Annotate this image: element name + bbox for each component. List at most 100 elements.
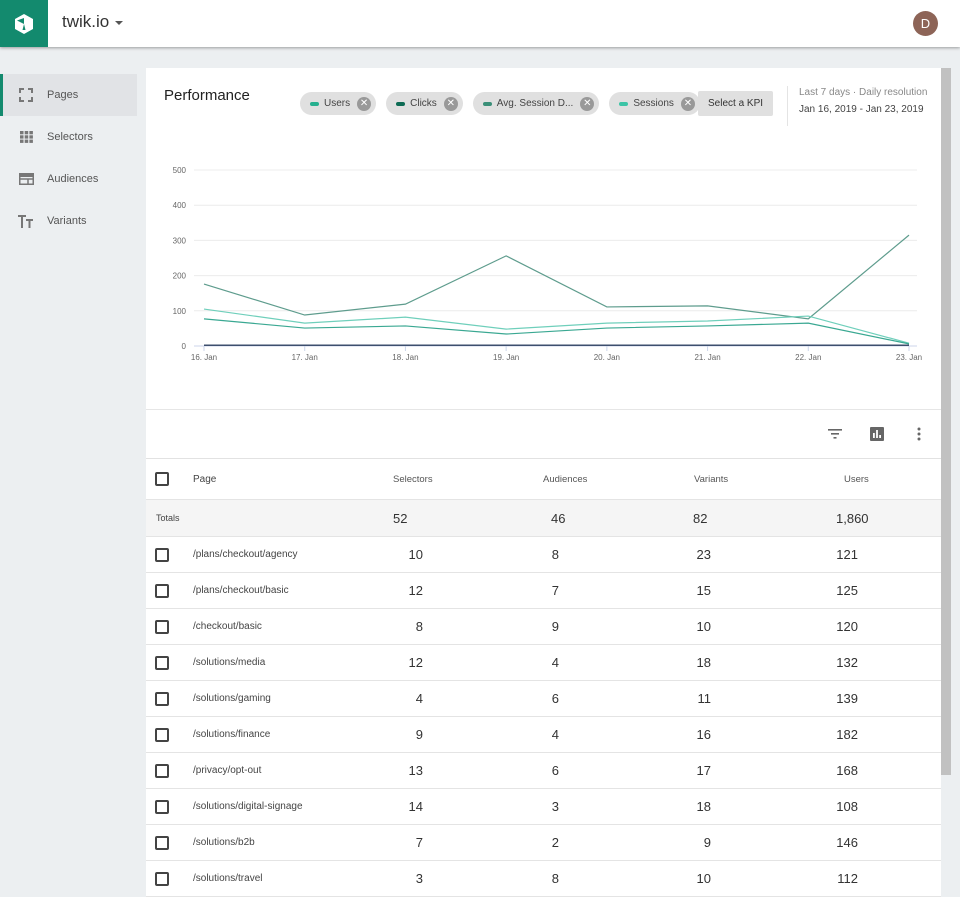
top-bar: twik.io D [0,0,960,47]
page-path[interactable]: /solutions/travel [193,861,262,896]
sidebar: Pages Selectors Audiences Variants [0,74,137,242]
table-body: /plans/checkout/agency 10 8 23 121/plans/che… [146,537,941,897]
series-color-dot [396,101,406,106]
table-row[interactable]: /solutions/gaming 4 6 11 139 [146,681,941,717]
page-path[interactable]: /privacy/opt-out [193,753,261,788]
variants-count: 15 [696,583,711,598]
row-checkbox[interactable] [155,583,169,598]
row-checkbox[interactable] [155,763,169,778]
variants-count: 10 [696,619,711,634]
row-checkbox[interactable] [155,871,169,886]
select-kpi-button[interactable]: Select a KPI [698,91,774,116]
users-count: 132 [836,655,858,670]
row-checkbox[interactable] [155,655,169,670]
sidebar-item-label: Audiences [47,173,99,185]
grid-icon [18,129,34,145]
close-icon[interactable]: ✕ [680,96,695,111]
row-checkbox[interactable] [155,619,169,634]
page-path[interactable]: /plans/checkout/agency [193,537,298,572]
caret-down-icon [115,21,124,25]
page-path[interactable]: /solutions/media [193,645,265,680]
variants-count: 16 [696,727,711,742]
table-toolbar [827,426,927,442]
page-path[interactable]: /solutions/b2b [193,825,255,860]
more-options-button[interactable] [911,426,927,442]
more-vert-icon [917,427,921,441]
table-row[interactable]: /solutions/finance 9 4 16 182 [146,717,941,753]
column-header-users[interactable]: Users [844,459,869,499]
kpi-chip-avg-session[interactable]: Avg. Session D... ✕ [472,92,600,115]
page-path[interactable]: /checkout/basic [193,609,262,644]
kpi-chip-sessions[interactable]: Sessions ✕ [609,92,700,115]
totals-audiences: 46 [551,510,566,526]
chip-label: Users [324,98,351,109]
avatar[interactable]: D [913,11,938,36]
table-row[interactable]: /checkout/basic 8 9 10 120 [146,609,941,645]
pages-table: Page Selectors Audiences Variants Users … [146,458,941,897]
kpi-chip-users[interactable]: Users ✕ [300,92,377,115]
scrollbar-thumb[interactable] [941,68,951,775]
column-header-page[interactable]: Page [193,459,216,499]
table-row[interactable]: /plans/checkout/basic 12 7 15 125 [146,573,941,609]
table-row[interactable]: /solutions/b2b 7 2 9 146 [146,825,941,861]
column-header-selectors[interactable]: Selectors [393,459,433,499]
column-header-audiences[interactable]: Audiences [543,459,587,499]
audiences-count: 8 [551,547,559,562]
date-range-picker[interactable]: Jan 16, 2019 - Jan 23, 2019 [799,104,924,115]
audiences-count: 7 [551,583,559,598]
app-title: twik.io [62,12,110,31]
page-path[interactable]: /solutions/digital-signage [193,789,303,824]
row-checkbox[interactable] [155,691,169,706]
divider [146,409,941,410]
y-tick-label: 200 [173,272,187,281]
table-row[interactable]: /privacy/opt-out 13 6 17 168 [146,753,941,789]
selectors-count: 12 [408,655,423,670]
page-path[interactable]: /solutions/gaming [193,681,271,716]
variants-count: 18 [696,655,711,670]
y-tick-label: 100 [173,307,187,316]
row-checkbox[interactable] [155,547,169,562]
sidebar-item-pages[interactable]: Pages [0,74,137,116]
sidebar-item-label: Selectors [47,131,93,143]
table-row[interactable]: /solutions/travel 3 8 10 112 [146,861,941,897]
row-checkbox[interactable] [155,835,169,850]
series-line-sessions [203,234,910,320]
chart-toggle-button[interactable] [869,426,885,442]
row-checkbox[interactable] [155,727,169,742]
audiences-count: 6 [551,763,559,778]
table-row[interactable]: /solutions/media 12 4 18 132 [146,645,941,681]
close-icon[interactable]: ✕ [580,96,595,111]
row-checkbox[interactable] [155,799,169,814]
close-icon[interactable]: ✕ [357,96,372,111]
sidebar-item-variants[interactable]: Variants [0,200,137,242]
page-path[interactable]: /solutions/finance [193,717,270,752]
performance-chart: 0 100 200 300 400 500 16. Jan 17. Jan 18. Jan 19.… [173,166,922,362]
select-all-checkbox[interactable] [155,472,169,486]
kpi-chip-clicks[interactable]: Clicks ✕ [386,92,463,115]
logo[interactable] [0,0,48,47]
table-row[interactable]: /plans/checkout/agency 10 8 23 121 [146,537,941,573]
sidebar-item-label: Pages [47,89,79,101]
column-header-variants[interactable]: Variants [694,459,728,499]
variants-count: 10 [696,871,711,886]
variants-count: 11 [697,691,712,706]
sidebar-item-audiences[interactable]: Audiences [0,158,137,200]
page-path[interactable]: /plans/checkout/basic [193,573,289,608]
totals-selectors: 52 [393,510,408,526]
date-range-label: Last 7 days · Daily resolution [799,87,928,98]
close-icon[interactable]: ✕ [443,96,458,111]
table-row[interactable]: /solutions/digital-signage 14 3 18 108 [146,789,941,825]
selectors-count: 3 [415,871,423,886]
app-switcher[interactable]: twik.io [62,12,124,32]
sidebar-item-selectors[interactable]: Selectors [0,116,137,158]
chart-icon [870,427,884,441]
x-tick-label: 18. Jan [392,353,418,362]
filter-icon [828,429,842,439]
filter-button[interactable] [827,426,843,442]
series-color-dot [619,101,629,106]
avatar-initial: D [920,16,931,31]
text-size-icon [18,213,34,229]
x-tick-label: 16. Jan [191,353,217,362]
pages-icon [18,87,34,103]
variants-count: 18 [696,799,711,814]
